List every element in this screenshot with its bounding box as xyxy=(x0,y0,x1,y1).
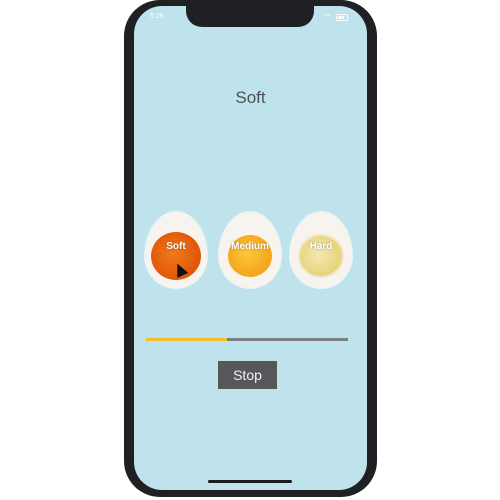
phone-notch xyxy=(186,6,314,27)
page-title: Soft xyxy=(235,88,266,107)
progress-fill xyxy=(146,338,227,341)
status-time: 9:26 xyxy=(150,13,164,20)
home-indicator xyxy=(208,480,292,483)
egg-label-medium: Medium xyxy=(231,240,269,252)
wifi-icon xyxy=(323,14,332,20)
progress-bar xyxy=(146,338,348,341)
egg-label-hard: Hard xyxy=(309,240,333,252)
stop-button[interactable]: Stop xyxy=(218,361,277,389)
battery-icon xyxy=(336,13,348,21)
egg-label-soft: Soft xyxy=(166,240,186,252)
status-icons xyxy=(323,13,348,21)
